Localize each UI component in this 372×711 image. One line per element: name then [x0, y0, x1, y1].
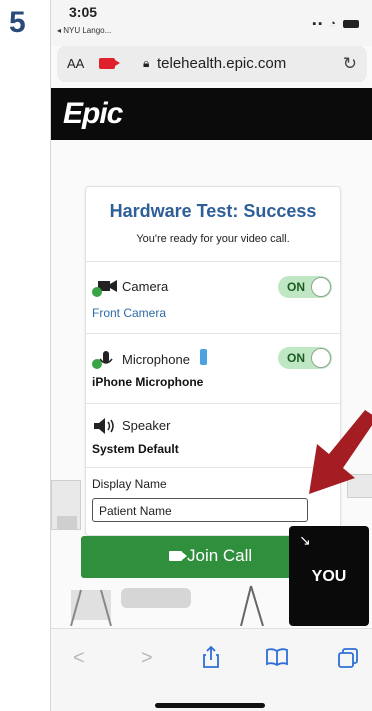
home-indicator[interactable]: [155, 703, 265, 708]
camera-icon: [92, 280, 117, 297]
status-time: 3:05: [69, 4, 98, 20]
self-view-label: YOU: [311, 568, 347, 585]
speaker-label: Speaker: [122, 418, 171, 433]
signal-icon: ▪▪: [312, 18, 325, 30]
toggle-knob: [311, 277, 331, 297]
microphone-toggle-label: ON: [287, 351, 305, 365]
microphone-toggle[interactable]: ON: [278, 347, 332, 369]
status-bar: 3:05 ◂ NYU Lango... ▪▪ ◔: [51, 0, 372, 46]
reload-icon[interactable]: ↻: [343, 54, 357, 74]
camera-toggle[interactable]: ON: [278, 276, 332, 298]
back-to-app-link[interactable]: ◂ NYU Lango...: [57, 26, 111, 35]
video-camera-icon: [169, 551, 182, 561]
divider: [86, 261, 340, 262]
step-number: 5: [9, 6, 26, 39]
forward-button[interactable]: >: [141, 647, 153, 670]
camera-label: Camera: [122, 279, 169, 294]
speaker-device: System Default: [92, 442, 179, 456]
back-button[interactable]: <: [73, 647, 85, 670]
display-name-value: Patient Name: [99, 504, 172, 518]
url-text[interactable]: telehealth.epic.com: [157, 55, 286, 72]
background-icon: [57, 516, 77, 530]
microphone-label: Microphone: [122, 352, 190, 367]
join-call-label: Join Call: [187, 546, 253, 565]
video-recording-icon: [99, 58, 120, 69]
divider: [86, 333, 340, 334]
camera-device: Front Camera: [92, 306, 167, 320]
address-bar[interactable]: AA 🔒︎ telehealth.epic.com ↻: [57, 46, 367, 82]
divider: [86, 467, 340, 468]
epic-logo: Epic: [63, 97, 123, 130]
microphone-icon: [92, 351, 113, 369]
divider: [86, 403, 340, 404]
card-title: Hardware Test: Success: [109, 201, 317, 221]
wifi-icon: ◔: [329, 18, 338, 30]
expand-icon[interactable]: ↘: [299, 532, 311, 549]
card-subtitle: You're ready for your video call.: [136, 233, 290, 245]
speaker-icon: [94, 418, 114, 434]
toggle-knob: [311, 348, 331, 368]
camera-toggle-label: ON: [287, 280, 305, 294]
self-view-tile[interactable]: ↘ YOU: [289, 526, 369, 626]
display-name-input[interactable]: Patient Name: [92, 498, 308, 522]
share-icon[interactable]: [201, 645, 221, 669]
tabs-icon[interactable]: [337, 647, 359, 669]
lock-icon: 🔒︎: [143, 56, 150, 70]
text-size-button[interactable]: AA: [67, 56, 84, 71]
battery-icon: [343, 20, 359, 29]
background-scenery-illustration: [70, 585, 264, 626]
microphone-device: iPhone Microphone: [92, 375, 204, 389]
bookmarks-icon[interactable]: [265, 647, 289, 667]
browser-toolbar: < >: [51, 628, 372, 711]
status-icons: ▪▪ ◔: [312, 18, 359, 30]
phone-screen: 3:05 ◂ NYU Lango... ▪▪ ◔ AA 🔒︎ telehealt…: [50, 0, 372, 711]
red-arrow-annotation: [309, 410, 372, 494]
join-call-button[interactable]: Join Call: [81, 536, 307, 578]
mic-level-icon: [200, 349, 207, 365]
app-header: Epic: [51, 88, 372, 140]
display-name-label: Display Name: [92, 477, 167, 491]
